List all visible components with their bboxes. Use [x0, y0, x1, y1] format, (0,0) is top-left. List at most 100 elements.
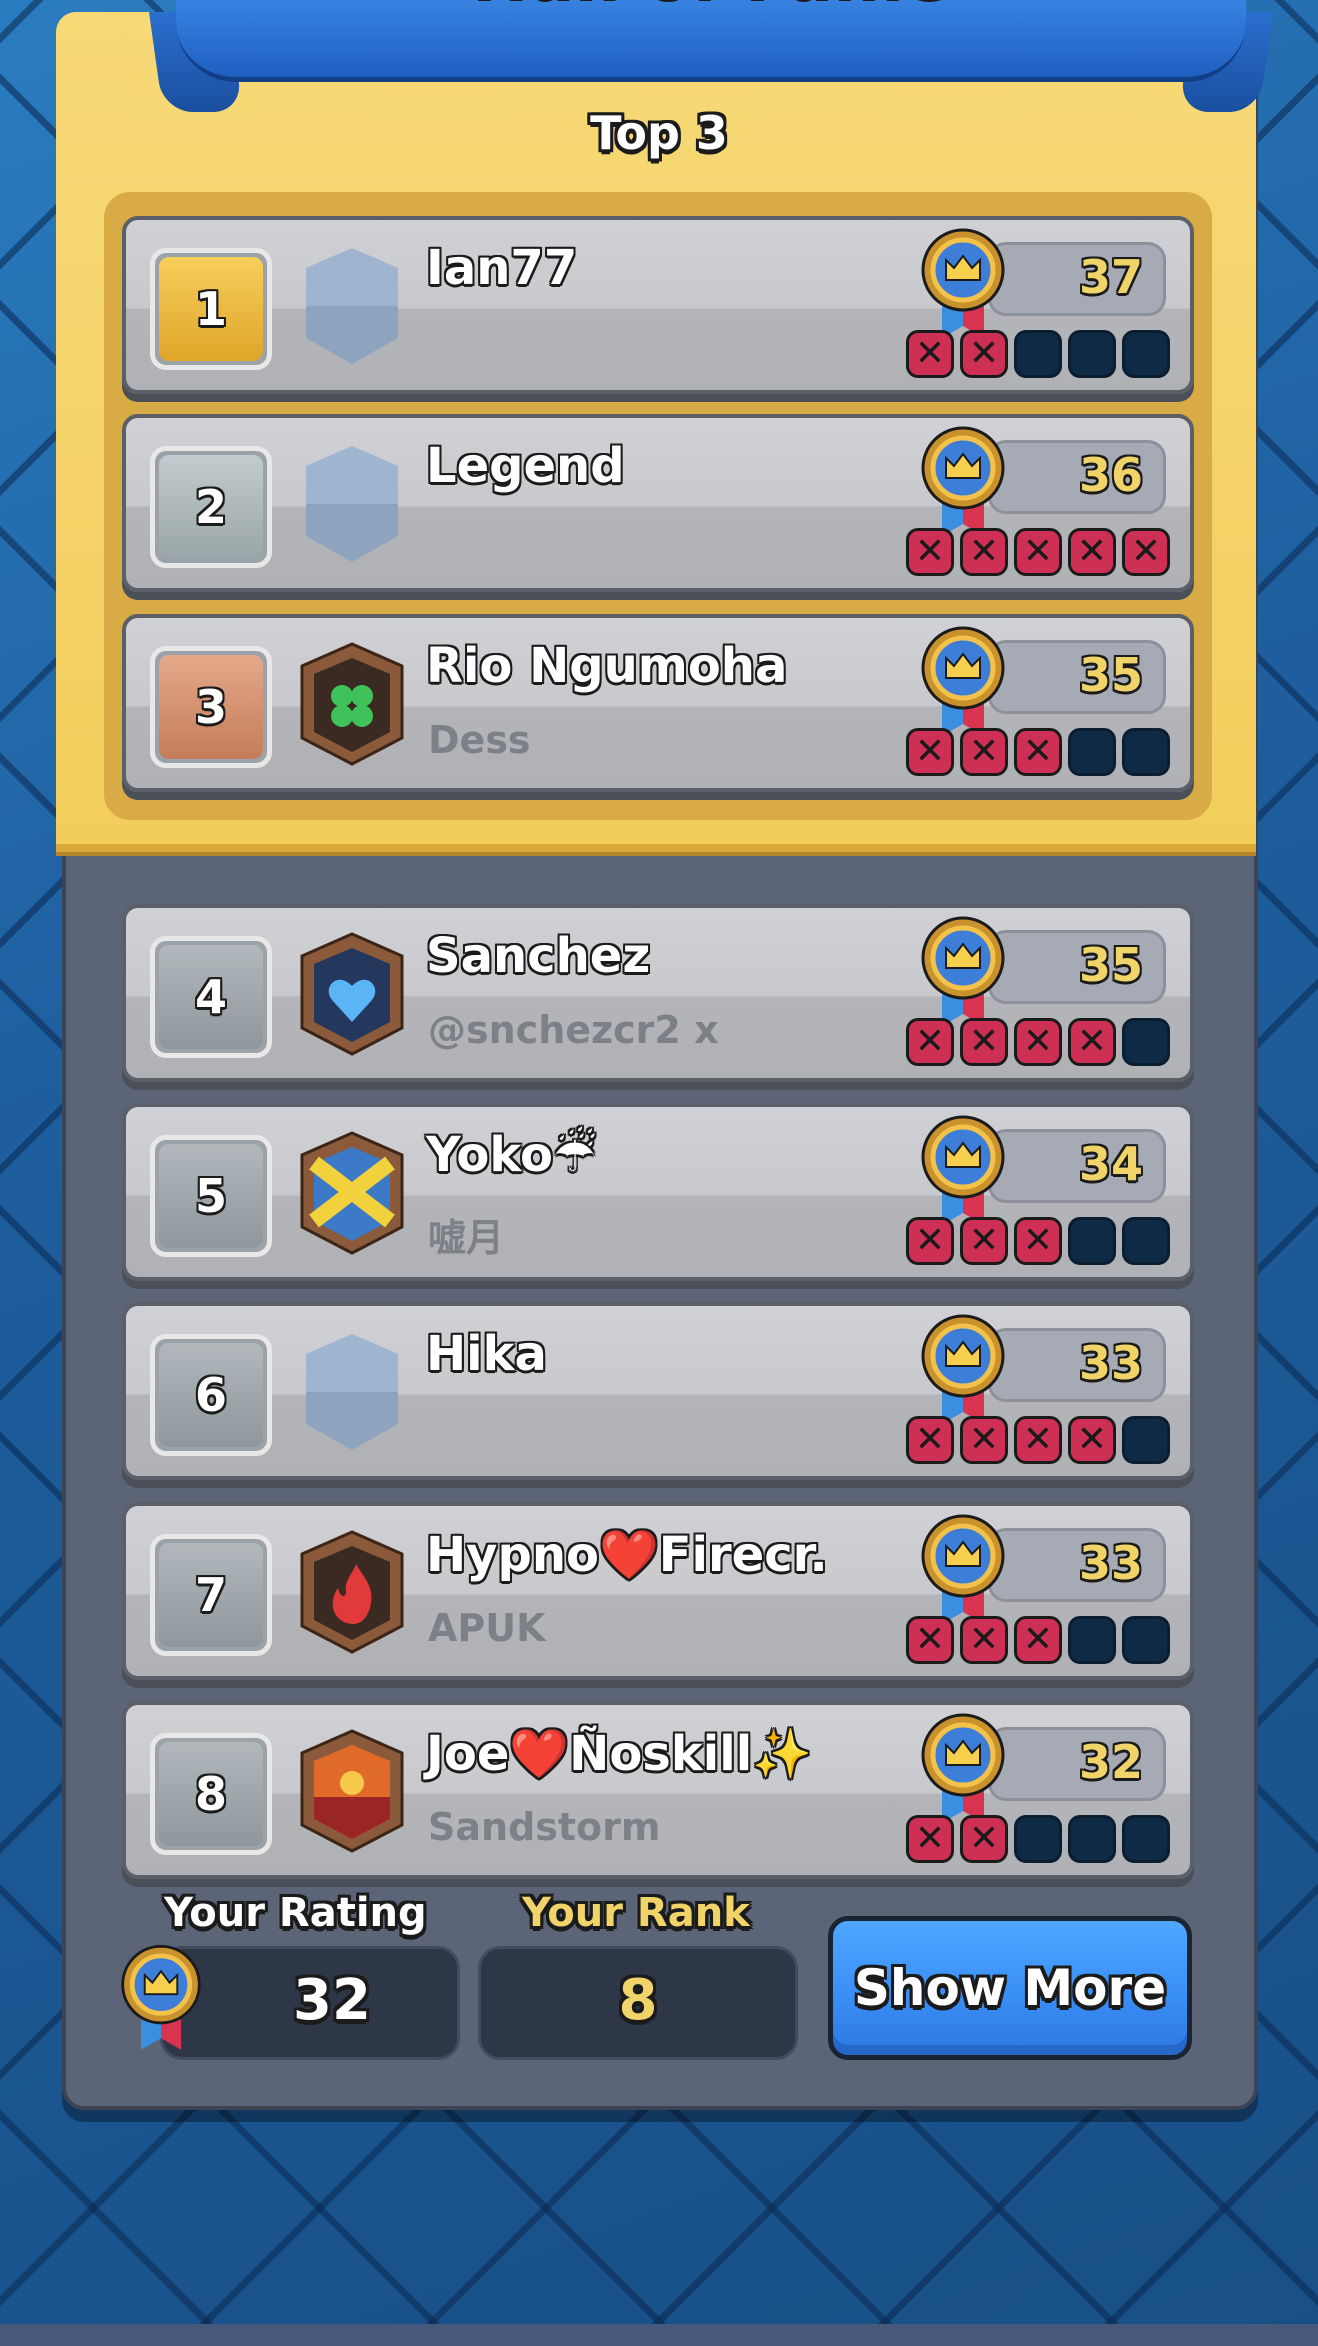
- match-slots: ✕ ✕ ✕: [906, 728, 1170, 776]
- trophy-medal-icon: [921, 426, 1005, 536]
- show-more-button[interactable]: Show More: [828, 1916, 1192, 2060]
- empty-slot: [1122, 728, 1170, 776]
- loss-mark-icon: ✕: [906, 1815, 954, 1863]
- loss-mark-icon: ✕: [906, 330, 954, 378]
- clan-name: Sandstorm: [428, 1805, 661, 1849]
- player-rating: 37: [1078, 250, 1143, 304]
- your-rank-value: 8: [618, 1968, 658, 2033]
- empty-slot: [1068, 728, 1116, 776]
- cross-badge-icon: [300, 1131, 404, 1255]
- loss-mark-icon: ✕: [1068, 528, 1116, 576]
- your-rank-label: Your Rank: [522, 1890, 750, 1936]
- loss-mark-icon: ✕: [906, 1018, 954, 1066]
- rank-number: 4: [159, 945, 263, 1049]
- player-name[interactable]: Yoko☔: [426, 1127, 596, 1183]
- rank-number: 3: [159, 655, 263, 759]
- leaderboard-row[interactable]: 6 Hika 33 ✕ ✕ ✕ ✕: [122, 1302, 1194, 1480]
- leaderboard-row[interactable]: 5 Yoko☔ 嘘月 34 ✕ ✕ ✕: [122, 1103, 1194, 1281]
- clan-name: @snchezcr2 x: [428, 1008, 719, 1052]
- loss-mark-icon: ✕: [960, 330, 1008, 378]
- leaderboard-row[interactable]: 8 Joe❤️Ñoskill✨ Sandstorm 32 ✕ ✕: [122, 1701, 1194, 1879]
- loss-mark-icon: ✕: [960, 1616, 1008, 1664]
- trophy-medal-icon: [921, 1514, 1005, 1624]
- player-name[interactable]: Rio Ngumoha: [426, 638, 787, 694]
- player-rating: 33: [1078, 1536, 1143, 1590]
- match-slots: ✕ ✕ ✕: [906, 1217, 1170, 1265]
- loss-mark-icon: ✕: [960, 1815, 1008, 1863]
- loss-mark-icon: ✕: [906, 1416, 954, 1464]
- player-name[interactable]: Sanchez: [426, 928, 650, 984]
- player-name[interactable]: Hypno❤️Firecr.: [426, 1526, 828, 1583]
- leaderboard-row[interactable]: 7 Hypno❤️Firecr. APUK 33 ✕ ✕ ✕: [122, 1502, 1194, 1680]
- rank-number: 5: [159, 1144, 263, 1248]
- loss-mark-icon: ✕: [1014, 1217, 1062, 1265]
- rank-number: 1: [159, 257, 263, 361]
- loss-mark-icon: ✕: [1014, 528, 1062, 576]
- player-rating: 32: [1078, 1735, 1143, 1789]
- clan-name: 嘘月: [428, 1216, 505, 1260]
- player-name[interactable]: Joe❤️Ñoskill✨: [426, 1725, 812, 1782]
- rank-badge: 6: [150, 1334, 272, 1456]
- loss-mark-icon: ✕: [1014, 1018, 1062, 1066]
- clan-name: APUK: [428, 1606, 546, 1650]
- clover-badge-icon: [300, 642, 404, 766]
- flame-badge-icon: [300, 1530, 404, 1654]
- rank-badge: 4: [150, 936, 272, 1058]
- loss-mark-icon: ✕: [960, 528, 1008, 576]
- trophy-medal-icon: [121, 1944, 201, 2050]
- player-rating: 35: [1078, 648, 1143, 702]
- player-name[interactable]: Legend: [426, 438, 625, 494]
- loss-mark-icon: ✕: [960, 728, 1008, 776]
- empty-slot: [1122, 1018, 1170, 1066]
- loss-mark-icon: ✕: [906, 528, 954, 576]
- loss-mark-icon: ✕: [960, 1018, 1008, 1066]
- trophy-medal-icon: [921, 1713, 1005, 1823]
- loss-mark-icon: ✕: [1014, 1416, 1062, 1464]
- match-slots: ✕ ✕ ✕ ✕: [906, 1416, 1170, 1464]
- clan-name: Dess: [428, 718, 531, 762]
- empty-slot: [1122, 1815, 1170, 1863]
- player-rating: 33: [1078, 1336, 1143, 1390]
- player-name[interactable]: Ian77: [426, 240, 577, 296]
- your-rating-label: Your Rating: [164, 1890, 427, 1936]
- empty-slot: [1068, 1815, 1116, 1863]
- sun-badge-icon: [300, 1729, 404, 1853]
- leaderboard-row[interactable]: 3 Rio Ngumoha Dess 35 ✕ ✕ ✕: [122, 614, 1194, 792]
- heart-badge-icon: [300, 932, 404, 1056]
- player-rating: 34: [1078, 1137, 1143, 1191]
- player-name[interactable]: Hika: [426, 1326, 547, 1382]
- trophy-medal-icon: [921, 916, 1005, 1026]
- empty-slot: [1122, 330, 1170, 378]
- loss-mark-icon: ✕: [960, 1217, 1008, 1265]
- rank-number: 7: [159, 1543, 263, 1647]
- trophy-medal-icon: [921, 1314, 1005, 1424]
- page-title: Hall of Fame: [156, 0, 1266, 13]
- rank-badge: 8: [150, 1733, 272, 1855]
- loss-mark-icon: ✕: [906, 728, 954, 776]
- empty-slot: [1014, 330, 1062, 378]
- player-rating: 35: [1078, 938, 1143, 992]
- loss-mark-icon: ✕: [906, 1217, 954, 1265]
- rank-badge: 3: [150, 646, 272, 768]
- empty-slot: [1068, 330, 1116, 378]
- match-slots: ✕ ✕ ✕: [906, 1616, 1170, 1664]
- rank-badge: 7: [150, 1534, 272, 1656]
- rank-badge: 1: [150, 248, 272, 370]
- empty-slot: [1122, 1416, 1170, 1464]
- empty-slot: [1014, 1815, 1062, 1863]
- loss-mark-icon: ✕: [960, 1416, 1008, 1464]
- empty-shield-icon: [306, 248, 398, 364]
- match-slots: ✕ ✕ ✕ ✕: [906, 1018, 1170, 1066]
- trophy-medal-icon: [921, 626, 1005, 736]
- leaderboard-row[interactable]: 4 Sanchez @snchezcr2 x 35 ✕ ✕ ✕ ✕: [122, 904, 1194, 1082]
- leaderboard-row[interactable]: 1 Ian77 37 ✕ ✕: [122, 216, 1194, 394]
- loss-mark-icon: ✕: [1014, 1616, 1062, 1664]
- loss-mark-icon: ✕: [906, 1616, 954, 1664]
- loss-mark-icon: ✕: [1122, 528, 1170, 576]
- leaderboard-row[interactable]: 2 Legend 36 ✕ ✕ ✕ ✕ ✕: [122, 414, 1194, 592]
- rank-badge: 5: [150, 1135, 272, 1257]
- rank-number: 2: [159, 455, 263, 559]
- empty-slot: [1122, 1217, 1170, 1265]
- rank-number: 8: [159, 1742, 263, 1846]
- bottom-strip: [0, 2324, 1318, 2346]
